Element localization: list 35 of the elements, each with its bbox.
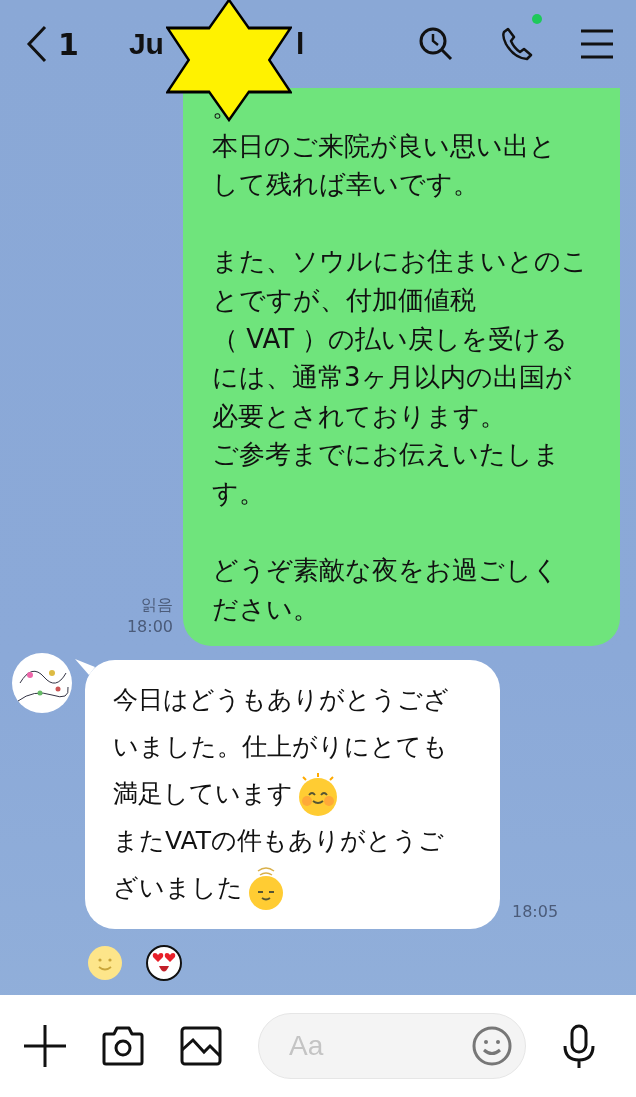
- phone-icon[interactable]: [500, 26, 534, 62]
- message-time: 18:05: [512, 902, 559, 924]
- message-text: （ VAT ）の払い戻しを受ける: [212, 322, 569, 356]
- message-text: には、通常3ヶ月以内の出国が: [212, 361, 572, 395]
- message-text: どうぞ素敵な夜をお過ごしく: [212, 554, 559, 588]
- message-text: またVATの件もありがとうご: [113, 824, 444, 857]
- microphone-icon[interactable]: [562, 1024, 596, 1068]
- read-receipt: 읽음: [141, 594, 173, 617]
- message-text: 満足しています: [113, 777, 293, 810]
- chat-title: Ju: [128, 27, 164, 61]
- emoji-icon[interactable]: [472, 1026, 512, 1066]
- message-text: また、ソウルにお住まいとのこ: [212, 245, 588, 279]
- back-button[interactable]: 1: [26, 25, 79, 63]
- message-time: 18:00: [126, 616, 173, 639]
- chat-title: l: [295, 27, 305, 61]
- message-text: いました。仕上がりにとても: [113, 730, 448, 763]
- message-text: ださい。: [212, 592, 319, 626]
- heart-eyes-icon[interactable]: [146, 945, 182, 982]
- add-icon[interactable]: [24, 1025, 66, 1067]
- message-text: す。: [212, 476, 265, 510]
- camera-icon[interactable]: [102, 1026, 144, 1066]
- search-icon[interactable]: [418, 26, 454, 62]
- message-text: ご参考までにお伝えいたしま: [212, 438, 560, 472]
- message-text: 今日はどうもありがとうござ: [113, 683, 449, 716]
- message-text: 本日のご来院が良い思い出と: [212, 129, 556, 163]
- message-text: 必要とされております。: [212, 399, 506, 433]
- message-text: 。: [212, 91, 238, 124]
- image-icon[interactable]: [180, 1026, 222, 1066]
- back-icon: [26, 25, 48, 63]
- message-text: ざいました: [113, 871, 243, 904]
- menu-icon[interactable]: [580, 28, 614, 60]
- message-text: して残れば幸いです。: [212, 168, 479, 202]
- unread-count: 1: [58, 26, 79, 62]
- message-text: とですが、付加価値税: [212, 283, 476, 317]
- avatar[interactable]: [12, 653, 72, 714]
